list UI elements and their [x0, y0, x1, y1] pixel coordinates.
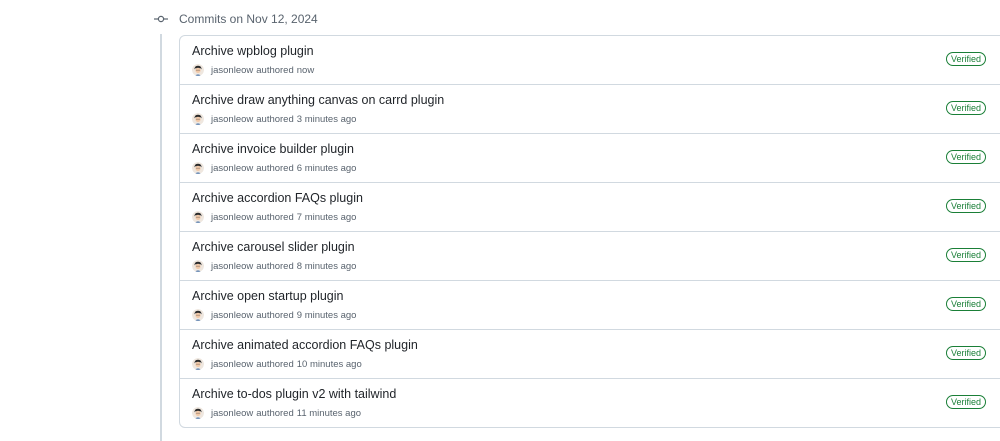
commit-author-link[interactable]: jasonleow — [211, 65, 253, 76]
commit-timestamp: 11 minutes ago — [296, 407, 362, 419]
commit-row: Archive invoice builder plugin jasonleow… — [180, 133, 1000, 182]
commit-author-link[interactable]: jasonleow — [211, 163, 253, 174]
commit-timestamp: 9 minutes ago — [296, 309, 357, 321]
commits-page: Commits on Nov 12, 2024 Archive wpblog p… — [0, 0, 1000, 441]
commit-authored-label: authored — [256, 113, 294, 125]
user-avatar-icon[interactable] — [192, 309, 204, 321]
commit-meta: jasonleow authored 10 minutes ago — [192, 357, 362, 371]
commit-title-link[interactable]: Archive accordion FAQs plugin — [192, 190, 363, 206]
verified-badge[interactable]: Verified — [946, 52, 987, 66]
commit-authored-label: authored — [256, 309, 294, 321]
commit-meta: jasonleow authored 11 minutes ago — [192, 406, 361, 420]
commit-timestamp: 3 minutes ago — [296, 113, 357, 125]
commit-meta: jasonleow authored 3 minutes ago — [192, 112, 356, 126]
commit-row: Archive open startup plugin jasonleow au… — [180, 280, 1000, 329]
verified-badge[interactable]: Verified — [946, 297, 987, 311]
commit-meta: jasonleow authored 6 minutes ago — [192, 161, 356, 175]
commit-title-link[interactable]: Archive animated accordion FAQs plugin — [192, 337, 418, 353]
commit-authored-label: authored — [256, 358, 294, 370]
user-avatar-icon[interactable] — [192, 211, 204, 223]
commit-author-link[interactable]: jasonleow — [211, 310, 253, 321]
commit-authored-label: authored — [256, 162, 294, 174]
commit-row: Archive animated accordion FAQs plugin j… — [180, 329, 1000, 378]
commit-meta: jasonleow authored now — [192, 63, 314, 77]
commit-authored-label: authored — [256, 211, 294, 223]
commit-authored-label: authored — [256, 64, 294, 76]
commit-author-link[interactable]: jasonleow — [211, 261, 253, 272]
commit-timestamp: 10 minutes ago — [296, 358, 362, 370]
user-avatar-icon[interactable] — [192, 113, 204, 125]
user-avatar-icon[interactable] — [192, 260, 204, 272]
user-avatar-icon[interactable] — [192, 162, 204, 174]
commit-row: Archive accordion FAQs plugin jasonleow … — [180, 182, 1000, 231]
commit-title-link[interactable]: Archive draw anything canvas on carrd pl… — [192, 92, 444, 108]
git-commit-icon — [154, 15, 168, 23]
commit-meta: jasonleow authored 8 minutes ago — [192, 259, 356, 273]
commit-timestamp: 8 minutes ago — [296, 260, 357, 272]
verified-badge[interactable]: Verified — [946, 150, 987, 164]
commit-author-link[interactable]: jasonleow — [211, 212, 253, 223]
commit-timestamp: 6 minutes ago — [296, 162, 357, 174]
commit-meta: jasonleow authored 7 minutes ago — [192, 210, 356, 224]
commit-title-link[interactable]: Archive invoice builder plugin — [192, 141, 354, 157]
commit-author-link[interactable]: jasonleow — [211, 114, 253, 125]
commit-list: Archive wpblog plugin jasonleow authored… — [179, 35, 1000, 428]
user-avatar-icon[interactable] — [192, 407, 204, 419]
commit-author-link[interactable]: jasonleow — [211, 359, 253, 370]
verified-badge[interactable]: Verified — [946, 101, 987, 115]
commit-row: Archive to-dos plugin v2 with tailwind j… — [180, 378, 1000, 427]
commit-row: Archive draw anything canvas on carrd pl… — [180, 84, 1000, 133]
commit-timestamp: now — [296, 64, 315, 76]
user-avatar-icon[interactable] — [192, 64, 204, 76]
commit-meta: jasonleow authored 9 minutes ago — [192, 308, 356, 322]
commit-author-link[interactable]: jasonleow — [211, 408, 253, 419]
commit-title-link[interactable]: Archive carousel slider plugin — [192, 239, 355, 255]
commit-title-link[interactable]: Archive to-dos plugin v2 with tailwind — [192, 386, 396, 402]
commit-timestamp: 7 minutes ago — [296, 211, 357, 223]
commit-authored-label: authored — [256, 407, 294, 419]
verified-badge[interactable]: Verified — [946, 395, 987, 409]
commit-authored-label: authored — [256, 260, 294, 272]
commit-group-date-heading: Commits on Nov 12, 2024 — [179, 12, 318, 26]
user-avatar-icon[interactable] — [192, 358, 204, 370]
verified-badge[interactable]: Verified — [946, 248, 987, 262]
verified-badge[interactable]: Verified — [946, 346, 987, 360]
commit-title-link[interactable]: Archive wpblog plugin — [192, 43, 314, 59]
commit-row: Archive wpblog plugin jasonleow authored… — [180, 36, 1000, 84]
commit-row: Archive carousel slider plugin jasonleow… — [180, 231, 1000, 280]
commit-title-link[interactable]: Archive open startup plugin — [192, 288, 343, 304]
timeline-line — [160, 34, 162, 441]
verified-badge[interactable]: Verified — [946, 199, 987, 213]
